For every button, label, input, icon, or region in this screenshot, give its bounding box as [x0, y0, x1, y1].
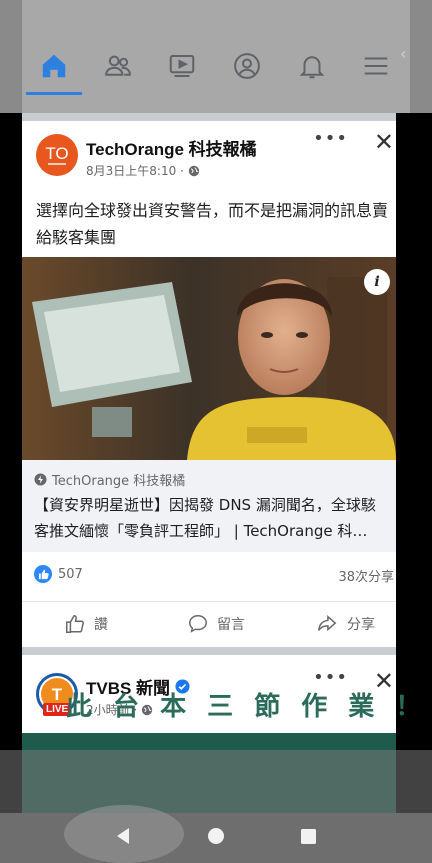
share-label: 分享 — [347, 617, 375, 633]
thumbs-up-icon — [66, 615, 84, 633]
page-name[interactable]: TechOrange 科技報橘 — [86, 135, 257, 160]
like-reaction-icon — [34, 565, 52, 583]
svg-text:TO: TO — [45, 144, 68, 163]
back-button[interactable] — [110, 823, 136, 849]
recents-button[interactable] — [295, 823, 321, 849]
post-image[interactable]: i — [22, 257, 396, 460]
notifications-icon — [299, 56, 325, 79]
more-options-icon[interactable]: ••• — [313, 667, 348, 688]
watch-icon — [169, 55, 195, 77]
link-source: TechOrange 科技報橘 — [34, 470, 185, 489]
home-icon — [42, 54, 66, 78]
friends-icon — [105, 55, 131, 76]
more-options-icon[interactable]: ••• — [313, 128, 348, 149]
info-icon[interactable]: i — [364, 269, 390, 295]
post-header: TO TechOrange 科技報橘 8月3日上午8:10 · ••• ✕ — [22, 128, 396, 194]
article-photo — [22, 257, 396, 460]
tab-home[interactable] — [24, 40, 84, 95]
link-preview[interactable]: TechOrange 科技報橘 【資安界明星逝世】因揭發 DNS 漏洞聞名，全球… — [22, 460, 396, 552]
bottom-overlay — [0, 750, 432, 813]
home-circle-icon — [208, 828, 224, 844]
share-count[interactable]: 38次分享 — [338, 566, 394, 585]
share-icon — [318, 615, 337, 632]
like-label: 讚 — [94, 617, 108, 633]
like-button[interactable]: 讚 — [64, 610, 108, 638]
recents-icon — [300, 828, 316, 844]
tab-watch[interactable] — [152, 40, 212, 92]
reaction-summary[interactable]: 507 — [34, 565, 83, 583]
link-title[interactable]: 【資安界明星逝世】因揭發 DNS 漏洞聞名，全球駭客推文緬懷「零負評工程師」 |… — [34, 492, 389, 544]
tab-bar — [22, 40, 410, 96]
post-image-caption: 此 台 本 三 節 作 業 ！ — [66, 692, 428, 722]
post-meta: 8月3日上午8:10 · — [86, 162, 200, 179]
link-source-name: TechOrange 科技報橘 — [52, 474, 186, 489]
chevron-left-icon: ‹ — [400, 44, 407, 63]
profile-icon — [234, 53, 260, 79]
tab-profile[interactable] — [217, 40, 277, 92]
reaction-count: 507 — [58, 566, 83, 582]
feed-separator — [22, 113, 396, 121]
techorange-logo-icon: TO — [45, 144, 69, 165]
home-button[interactable] — [203, 823, 229, 849]
close-icon[interactable]: ✕ — [374, 128, 394, 156]
back-icon — [117, 828, 129, 844]
link-source-icon — [34, 473, 47, 486]
svg-text:T: T — [52, 685, 63, 704]
tab-menu[interactable] — [346, 40, 406, 92]
post-text: 選擇向全球發出資安警告，而不是把漏洞的訊息賣給駭客集團 — [36, 201, 389, 247]
avatar[interactable]: TO — [36, 134, 78, 176]
comment-label: 留言 — [217, 617, 245, 633]
comment-button[interactable]: 留言 — [187, 610, 245, 638]
tab-notifications[interactable] — [282, 40, 342, 92]
feed-separator — [22, 647, 396, 655]
globe-icon — [188, 165, 200, 176]
post-actions: 讚 留言 分享 — [22, 601, 396, 645]
menu-icon — [364, 57, 388, 75]
post-timestamp[interactable]: 8月3日上午8:10 · — [86, 162, 184, 179]
comment-icon — [189, 615, 207, 633]
tab-friends[interactable] — [88, 40, 148, 92]
share-button[interactable]: 分享 — [315, 610, 375, 638]
